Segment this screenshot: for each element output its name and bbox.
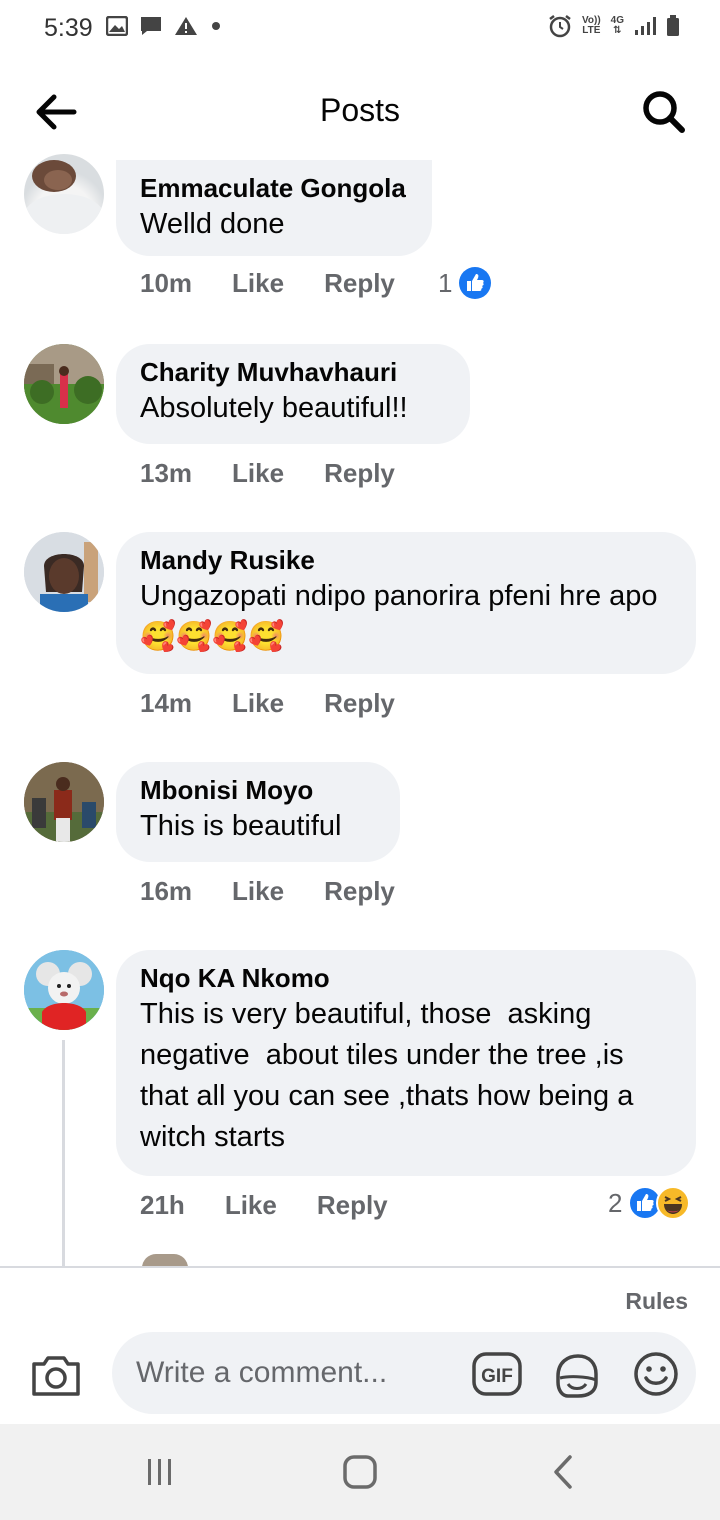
- comment-time[interactable]: 14m: [140, 688, 192, 719]
- like-button[interactable]: Like: [232, 688, 284, 719]
- gif-icon[interactable]: GIF: [472, 1352, 522, 1396]
- status-time: 5:39: [44, 14, 93, 42]
- comment-actions: 16m Like Reply: [140, 876, 395, 907]
- comment-text: This is beautiful: [140, 810, 342, 842]
- svg-text:GIF: GIF: [481, 1366, 513, 1387]
- search-icon[interactable]: [638, 86, 690, 138]
- reaction-summary[interactable]: 1: [438, 266, 492, 300]
- nav-back-icon[interactable]: [548, 1454, 578, 1490]
- reply-button[interactable]: Reply: [324, 876, 395, 907]
- header: Posts: [0, 60, 720, 160]
- dot-icon: [212, 22, 220, 30]
- comment-author[interactable]: Charity Muvhavhauri: [140, 356, 446, 388]
- data-arrows-icon: ⇅: [613, 25, 622, 36]
- comment-bubble[interactable]: Mandy Rusike Ungazopati ndipo panorira p…: [116, 532, 696, 674]
- comment-actions: 14m Like Reply: [140, 688, 395, 719]
- 4g-icon: 4G ⇅: [611, 16, 624, 36]
- volte-icon: Vo)) LTE: [582, 16, 601, 36]
- comment-text: Ungazopati ndipo panorira pfeni hre apo🥰…: [140, 580, 658, 653]
- comment-text: This is very beautiful, those asking neg…: [140, 998, 642, 1153]
- rules-link[interactable]: Rules: [625, 1288, 688, 1315]
- home-icon[interactable]: [342, 1454, 378, 1490]
- camera-icon[interactable]: [30, 1354, 82, 1398]
- avatar[interactable]: [24, 344, 104, 424]
- comment-actions: 10m Like Reply: [140, 268, 395, 299]
- comment-actions: 21h Like Reply: [140, 1190, 388, 1221]
- system-nav-bar: [0, 1424, 720, 1520]
- comment-time[interactable]: 13m: [140, 458, 192, 489]
- avatar[interactable]: [24, 154, 104, 234]
- like-reaction-icon: [459, 267, 492, 299]
- avatar[interactable]: [24, 950, 104, 1030]
- comment-author[interactable]: Mbonisi Moyo: [140, 774, 376, 806]
- reply-button[interactable]: Reply: [324, 268, 395, 299]
- alarm-icon: [549, 15, 571, 38]
- comment-author[interactable]: Emmaculate Gongola: [140, 172, 408, 204]
- comment-input[interactable]: [112, 1332, 696, 1414]
- sticker-icon[interactable]: [552, 1352, 600, 1400]
- comment-author[interactable]: Mandy Rusike: [140, 544, 672, 576]
- like-button[interactable]: Like: [232, 268, 284, 299]
- reaction-count: 2: [608, 1187, 623, 1218]
- comment-bubble[interactable]: Emmaculate Gongola Welld done: [116, 160, 432, 256]
- comment-time[interactable]: 10m: [140, 268, 192, 299]
- comment-time[interactable]: 21h: [140, 1190, 185, 1221]
- emoji-icon[interactable]: [632, 1350, 680, 1398]
- volte-label-bottom: LTE: [582, 25, 601, 36]
- like-button[interactable]: Like: [232, 876, 284, 907]
- status-bar: 5:39 Vo)) LTE 4G ⇅: [0, 0, 720, 60]
- comment-text: Welld done: [140, 208, 285, 240]
- avatar[interactable]: [24, 762, 104, 842]
- reaction-count: 1: [438, 267, 453, 298]
- reply-thread-line: [62, 1040, 65, 1268]
- comment-text: Absolutely beautiful!!: [140, 392, 408, 424]
- avatar[interactable]: [24, 532, 104, 612]
- page-title: Posts: [319, 92, 401, 128]
- reply-button[interactable]: Reply: [324, 688, 395, 719]
- reply-button[interactable]: Reply: [324, 458, 395, 489]
- haha-reaction-icon: [656, 1186, 691, 1220]
- comment-bubble[interactable]: Charity Muvhavhauri Absolutely beautiful…: [116, 344, 470, 444]
- comment-bubble[interactable]: Mbonisi Moyo This is beautiful: [116, 762, 400, 862]
- comment-composer: Rules GIF: [0, 1266, 720, 1424]
- signal-icon: [635, 17, 656, 35]
- warning-icon: [175, 17, 197, 35]
- reply-button[interactable]: Reply: [317, 1190, 388, 1221]
- comment-actions: 13m Like Reply: [140, 458, 395, 489]
- battery-icon: [667, 15, 679, 36]
- comment-bubble[interactable]: Nqo KA Nkomo This is very beautiful, tho…: [116, 950, 696, 1176]
- image-icon: [106, 16, 128, 36]
- reaction-summary[interactable]: 2: [608, 1186, 691, 1220]
- recent-apps-icon[interactable]: [144, 1456, 176, 1488]
- like-button[interactable]: Like: [225, 1190, 277, 1221]
- like-button[interactable]: Like: [232, 458, 284, 489]
- message-icon: [141, 17, 161, 35]
- comment-time[interactable]: 16m: [140, 876, 192, 907]
- comment-author[interactable]: Nqo KA Nkomo: [140, 962, 672, 994]
